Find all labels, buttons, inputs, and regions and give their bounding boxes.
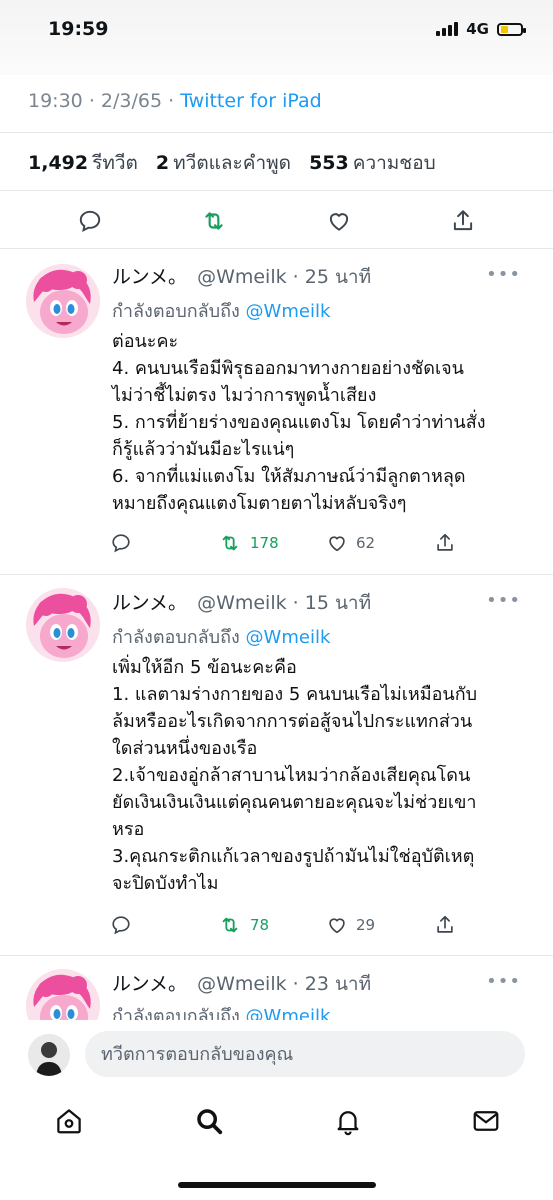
handle-time[interactable]: @Wmeilk · 23 นาที [197, 973, 371, 995]
more-icon[interactable]: ••• [486, 264, 521, 285]
tab-home[interactable] [52, 1104, 86, 1138]
divider [0, 574, 553, 575]
tweet-header: ルンメ。 @Wmeilk · 25 นาที [112, 262, 371, 292]
like-count: 29 [356, 916, 376, 934]
tweet-text: ต่อนะคะ 4. คนบนเรือมีพิรุธออกมาทางกายอย่… [112, 331, 486, 514]
divider [0, 248, 553, 249]
tab-messages[interactable] [469, 1104, 503, 1138]
avatar[interactable] [26, 588, 100, 662]
reply-to-link[interactable]: @Wmeilk [246, 301, 331, 322]
more-icon[interactable]: ••• [486, 590, 521, 611]
display-name[interactable]: ルンメ。 [112, 973, 187, 995]
heart-icon [329, 536, 345, 552]
handle-time[interactable]: @Wmeilk · 15 นาที [197, 592, 371, 614]
meta-sep: · [168, 90, 175, 112]
tab-notifications[interactable] [331, 1104, 365, 1138]
notifications-icon [337, 1111, 359, 1136]
tweet-stats: 1,492 รีทวีต 2 ทวีตและคำพูด 553 ความชอบ [28, 148, 436, 178]
tweet-date: 2/3/65 [100, 90, 163, 112]
heart-icon [329, 213, 349, 231]
retweet-icon [222, 535, 238, 551]
share-button[interactable] [446, 204, 480, 238]
user-avatar[interactable] [28, 1034, 70, 1076]
more-icon[interactable]: ••• [486, 971, 521, 992]
display-name[interactable]: ルンメ。 [112, 592, 187, 614]
likes-stat[interactable]: 553 ความชอบ [309, 152, 436, 174]
like-count: 62 [356, 534, 376, 552]
home-icon [57, 1109, 81, 1134]
network-label: 4G [466, 20, 489, 38]
reply-button[interactable] [73, 204, 107, 238]
tweet-actions: 178 62 [108, 532, 508, 560]
share-icon [453, 210, 473, 231]
divider [0, 132, 553, 133]
status-time: 19:59 [48, 18, 109, 40]
retweet-icon [205, 212, 223, 230]
reply-icon [112, 916, 130, 935]
tweet-time: 19:30 [28, 90, 83, 112]
quotes-stat[interactable]: 2 ทวีตและคำพูด [156, 152, 291, 174]
reply-icon [79, 210, 101, 233]
messages-icon [473, 1111, 499, 1131]
reply-button[interactable] [110, 914, 132, 936]
retweet-count: 78 [250, 916, 270, 934]
tweet-header: ルンメ。 @Wmeilk · 15 นาที [112, 588, 371, 618]
like-button[interactable]: 29 [326, 914, 375, 936]
replying-to: กำลังตอบกลับถึง @Wmeilk [112, 301, 331, 322]
tweet-meta: 19:30 · 2/3/65 · Twitter for iPad [28, 90, 322, 112]
heart-icon [329, 918, 345, 934]
reply-input[interactable] [85, 1031, 525, 1077]
divider [0, 955, 553, 956]
reply-button[interactable] [110, 532, 132, 554]
meta-sep: · [88, 90, 95, 112]
share-button[interactable] [434, 914, 456, 936]
share-icon [437, 915, 453, 933]
avatar[interactable] [26, 264, 100, 338]
pony-avatar-icon [26, 588, 100, 662]
tweet-header: ルンメ。 @Wmeilk · 23 นาที [112, 969, 371, 999]
user-avatar-icon [28, 1034, 70, 1076]
divider [0, 190, 553, 191]
share-icon [437, 533, 453, 551]
signal-icon [436, 22, 459, 36]
handle-time[interactable]: @Wmeilk · 25 นาที [197, 266, 371, 288]
tweet-actions [0, 198, 553, 244]
retweet-icon [222, 917, 238, 933]
like-button[interactable] [322, 204, 356, 238]
home-indicator [178, 1182, 376, 1188]
share-button[interactable] [434, 532, 456, 554]
tab-search[interactable] [192, 1104, 226, 1138]
display-name[interactable]: ルンメ。 [112, 266, 187, 288]
tweet-text: เพิ่มให้อีก 5 ข้อนะคะคือ 1. แลตามร่างกาย… [112, 657, 478, 894]
tweet-actions: 78 29 [108, 914, 508, 942]
replying-to: กำลังตอบกลับถึง @Wmeilk [112, 627, 331, 648]
pony-avatar-icon [26, 264, 100, 338]
status-indicators: 4G [436, 20, 526, 38]
retweets-stat[interactable]: 1,492 รีทวีต [28, 152, 138, 174]
retweet-count: 178 [250, 534, 279, 552]
like-button[interactable]: 62 [326, 532, 375, 554]
reply-icon [112, 534, 130, 553]
retweet-button[interactable] [197, 204, 231, 238]
tab-bar [0, 1098, 553, 1148]
retweet-button[interactable]: 178 [218, 532, 279, 554]
battery-icon [497, 22, 526, 36]
reply-to-link[interactable]: @Wmeilk [246, 627, 331, 648]
search-icon [197, 1109, 223, 1135]
tweet-source-link[interactable]: Twitter for iPad [180, 90, 321, 112]
retweet-button[interactable]: 78 [218, 914, 269, 936]
